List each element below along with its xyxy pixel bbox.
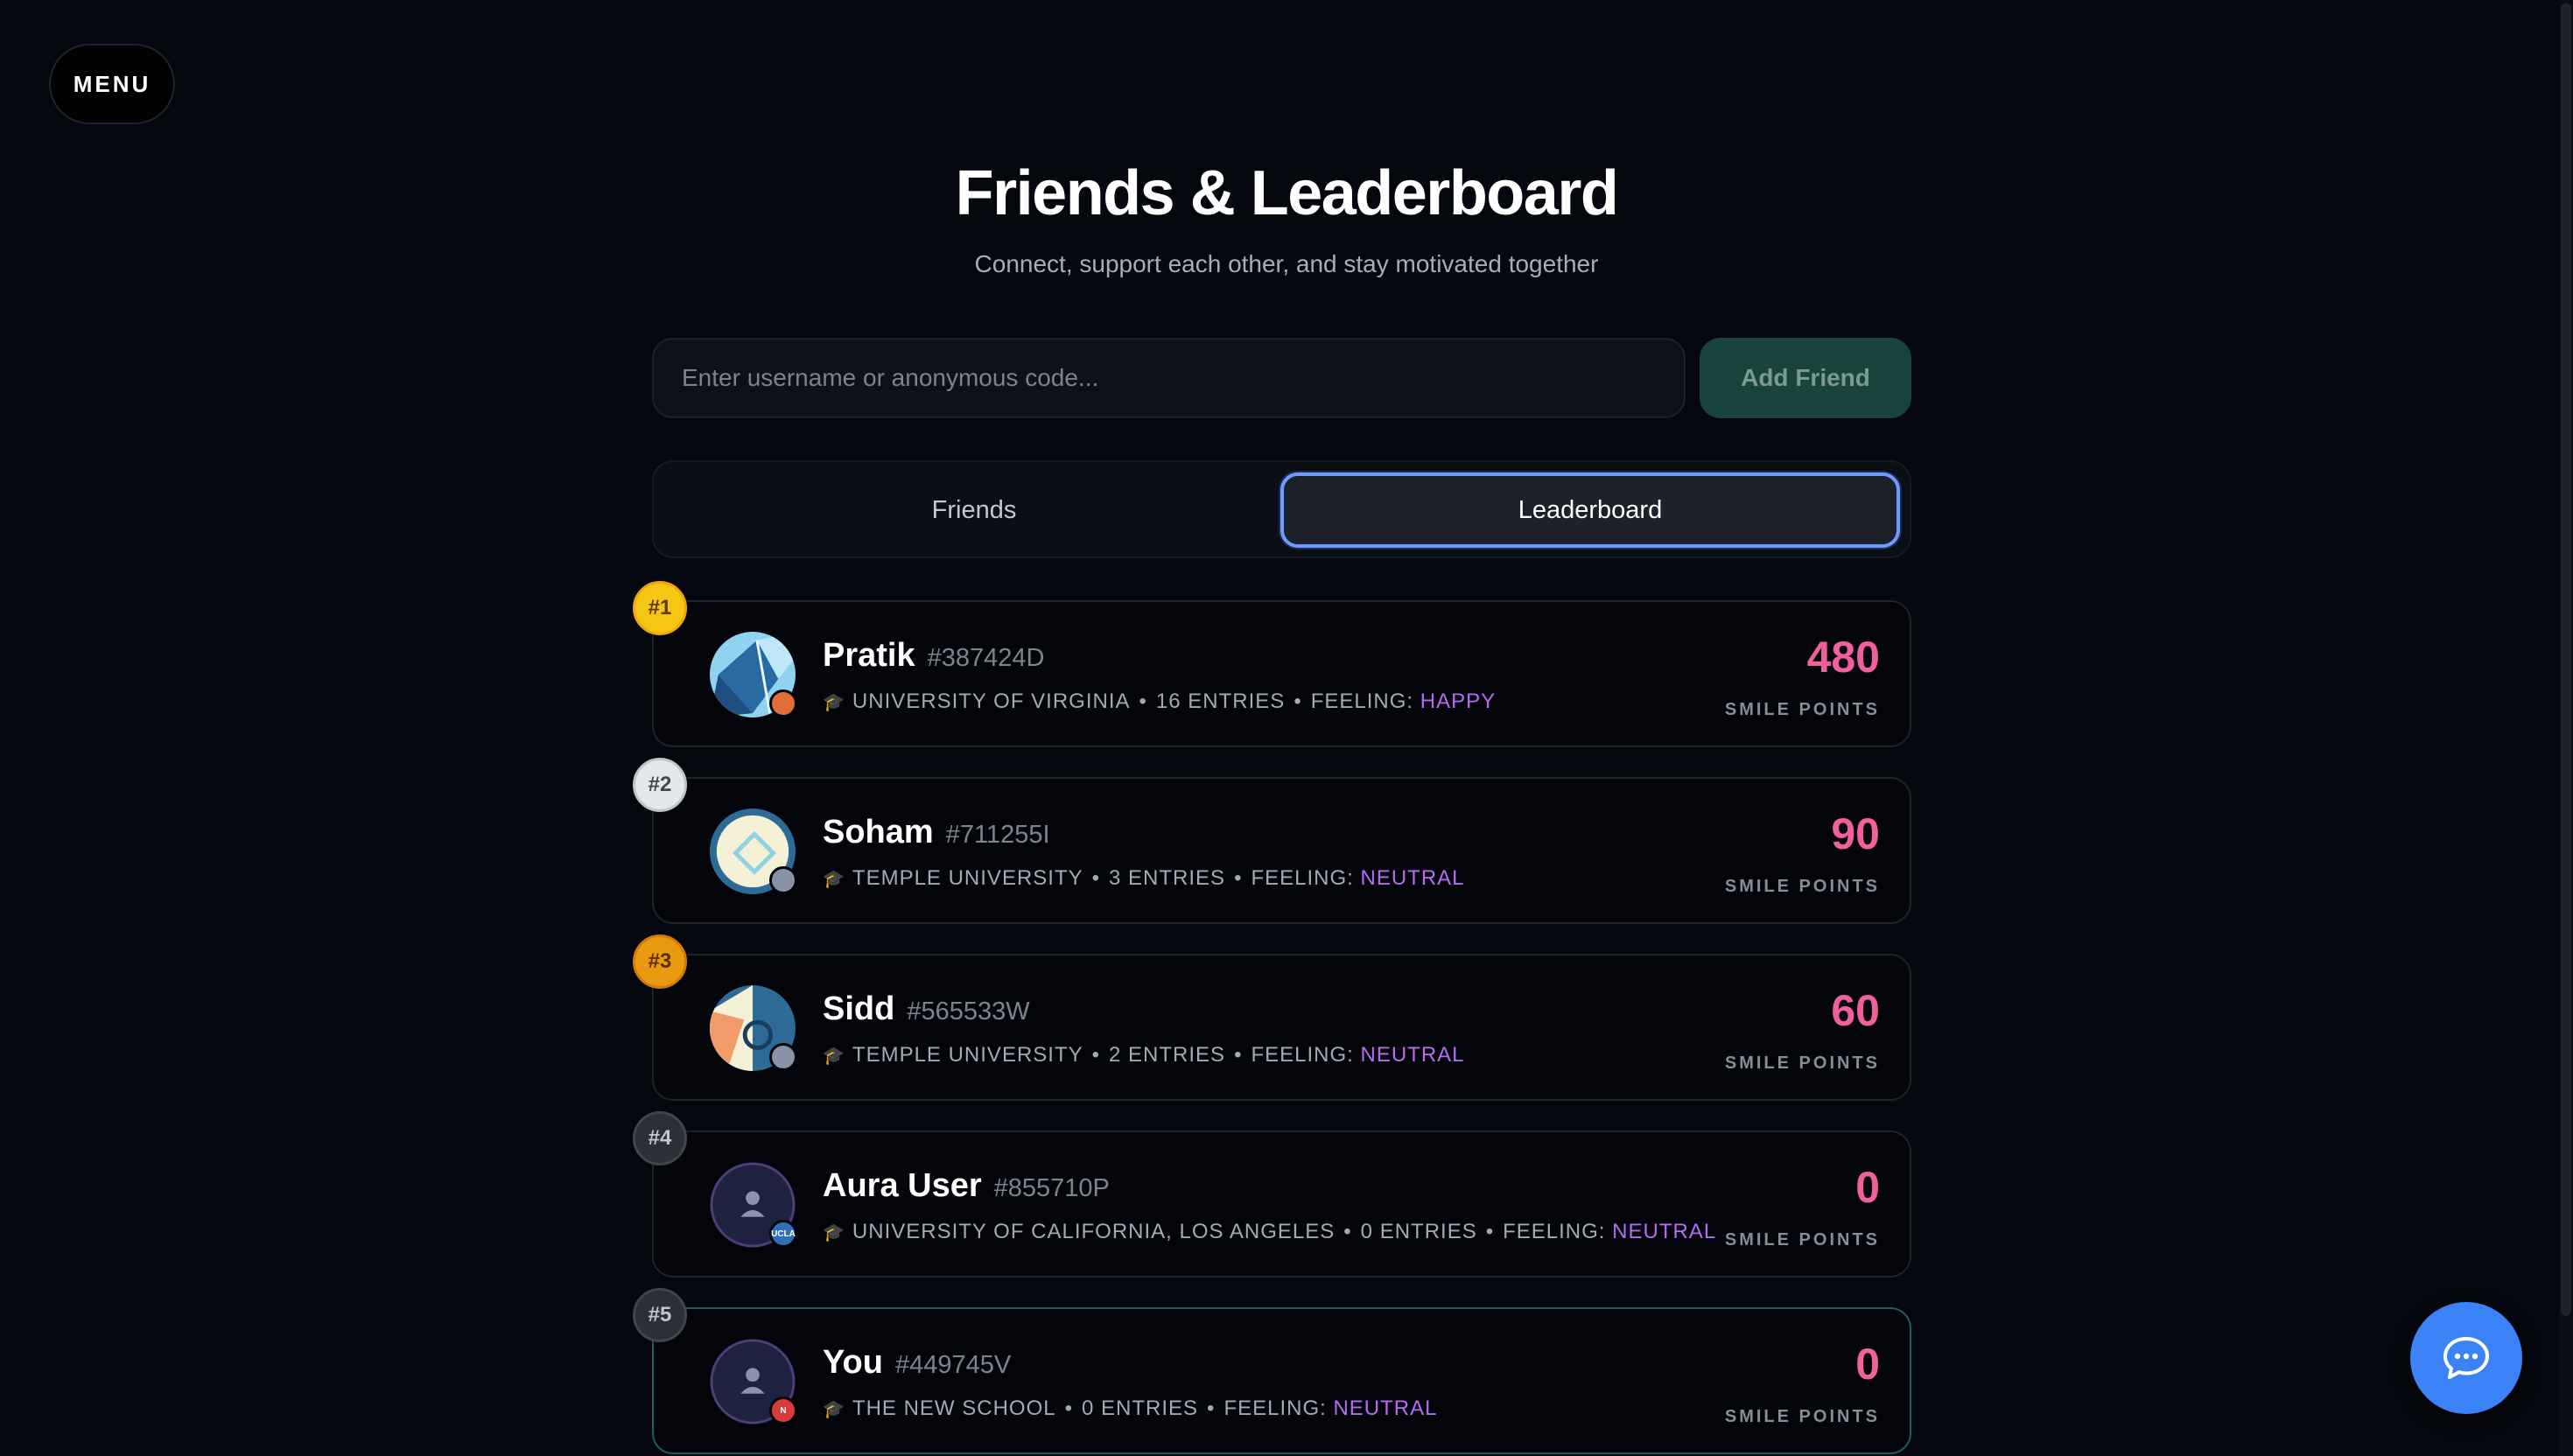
- feeling-label: FEELING:: [1223, 1396, 1327, 1420]
- user-entries: 3 ENTRIES: [1109, 866, 1226, 890]
- user-feeling: NEUTRAL: [1612, 1220, 1717, 1243]
- rank-badge: #2: [633, 758, 687, 812]
- menu-button[interactable]: MENU: [49, 44, 175, 124]
- rank-badge: #3: [633, 934, 687, 989]
- smile-points-value: 90: [1831, 809, 1880, 858]
- chat-button[interactable]: [2410, 1302, 2522, 1414]
- user-meta: 🎓 UNIVERSITY OF VIRGINIA • 16 ENTRIES • FEELI…: [823, 690, 1497, 713]
- page-subtitle: Connect, support each other, and stay mo…: [974, 250, 1599, 277]
- user-feeling: NEUTRAL: [1333, 1396, 1438, 1420]
- graduation-cap-icon: 🎓: [823, 1400, 845, 1419]
- user-meta: 🎓 UNIVERSITY OF CALIFORNIA, LOS ANGELES • 0…: [823, 1220, 1717, 1243]
- user-meta: 🎓 THE NEW SCHOOL • 0 ENTRIES • FEELING: NEUTR…: [823, 1396, 1438, 1420]
- user-university: UNIVERSITY OF CALIFORNIA, LOS ANGELES: [852, 1220, 1336, 1243]
- university-badge-icon: [769, 1043, 797, 1071]
- leaderboard-row[interactable]: #3 Sidd #565533W 🎓 TEMPLE UNIVERSITY • 2 ENT…: [633, 934, 1911, 1101]
- rank-badge: #5: [633, 1288, 687, 1342]
- tab-bar: Friends Leaderboard: [652, 460, 1911, 558]
- user-university: UNIVERSITY OF VIRGINIA: [852, 690, 1131, 713]
- user-name: Pratik #387424D: [823, 637, 1044, 675]
- user-name-text: Soham: [823, 814, 934, 850]
- chat-bubble-icon: [2443, 1337, 2489, 1379]
- user-meta: 🎓 TEMPLE UNIVERSITY • 2 ENTRIES • FEELING: NE…: [823, 1043, 1465, 1067]
- user-name: Aura User #855710P: [823, 1167, 1110, 1205]
- user-entries: 0 ENTRIES: [1082, 1396, 1199, 1420]
- user-name: Soham #711255I: [823, 814, 1050, 851]
- user-name-text: You: [823, 1344, 883, 1381]
- feeling-label: FEELING:: [1251, 866, 1354, 890]
- friends-leaderboard-page: MENU Friends & Leaderboard Connect, supp…: [0, 0, 2573, 1456]
- user-code: #565533W: [907, 998, 1030, 1026]
- graduation-cap-icon: 🎓: [823, 870, 845, 889]
- user-name-text: Aura User: [823, 1167, 982, 1204]
- graduation-cap-icon: 🎓: [823, 1046, 845, 1066]
- user-university: TEMPLE UNIVERSITY: [852, 866, 1083, 890]
- user-entries: 2 ENTRIES: [1109, 1043, 1226, 1067]
- leaderboard-row-current-user[interactable]: #5 N You #449745V 🎓 THE NEW SCHOOL • 0 ENTRI…: [633, 1288, 1911, 1454]
- user-code: #387424D: [927, 644, 1045, 672]
- smile-points-value: 0: [1855, 1163, 1880, 1212]
- user-code: #449745V: [894, 1351, 1012, 1379]
- university-badge-icon: UCLA: [769, 1220, 797, 1248]
- user-entries: 16 ENTRIES: [1155, 690, 1286, 713]
- rank-badge: #4: [633, 1111, 687, 1166]
- user-feeling: HAPPY: [1420, 690, 1497, 713]
- leaderboard-row[interactable]: #1 Pratik #387424D 🎓 UNIVERSITY OF VIRGINI…: [633, 581, 1911, 747]
- smile-points-label: SMILE POINTS: [1724, 1230, 1880, 1250]
- rank-badge: #1: [633, 581, 687, 635]
- page-title: Friends & Leaderboard: [955, 158, 1619, 228]
- smile-points-label: SMILE POINTS: [1724, 877, 1880, 896]
- user-code: #711255I: [945, 821, 1050, 849]
- university-badge-icon: N: [769, 1396, 797, 1424]
- smile-points-label: SMILE POINTS: [1724, 1054, 1880, 1073]
- user-name: Sidd #565533W: [823, 990, 1030, 1028]
- user-name: You #449745V: [823, 1344, 1011, 1382]
- feeling-label: FEELING:: [1251, 1043, 1354, 1067]
- smile-points-value: 60: [1831, 986, 1880, 1035]
- smile-points-label: SMILE POINTS: [1724, 700, 1880, 719]
- user-feeling: NEUTRAL: [1360, 866, 1465, 890]
- university-badge-icon: [769, 690, 797, 718]
- graduation-cap-icon: 🎓: [823, 693, 845, 712]
- feeling-label: FEELING:: [1503, 1220, 1606, 1243]
- user-university: TEMPLE UNIVERSITY: [852, 1043, 1083, 1067]
- tab-leaderboard[interactable]: Leaderboard: [1280, 472, 1900, 548]
- graduation-cap-icon: 🎓: [823, 1223, 845, 1242]
- university-badge-icon: [769, 866, 797, 894]
- leaderboard-row[interactable]: #4 UCLA Aura User #855710P 🎓 UNIVERSITY OF…: [633, 1111, 1911, 1278]
- leaderboard-row[interactable]: #2 Soham #711255I 🎓 TEMPLE UNIVERSITY • 3 EN…: [633, 758, 1911, 924]
- tab-friends[interactable]: Friends: [664, 472, 1284, 548]
- user-code: #855710P: [993, 1174, 1110, 1202]
- scrollbar-thumb[interactable]: [2561, 4, 2571, 1316]
- scrollbar[interactable]: [2559, 0, 2573, 1456]
- user-entries: 0 ENTRIES: [1360, 1220, 1477, 1243]
- user-name-text: Pratik: [823, 637, 915, 674]
- add-friend-button[interactable]: Add Friend: [1700, 338, 1911, 418]
- smile-points-value: 480: [1806, 633, 1880, 682]
- smile-points-label: SMILE POINTS: [1724, 1407, 1880, 1426]
- friend-search-input[interactable]: [652, 338, 1686, 418]
- user-university: THE NEW SCHOOL: [852, 1396, 1056, 1420]
- smile-points-value: 0: [1855, 1340, 1880, 1389]
- user-feeling: NEUTRAL: [1360, 1043, 1465, 1067]
- user-name-text: Sidd: [823, 990, 895, 1027]
- feeling-label: FEELING:: [1310, 690, 1414, 713]
- user-meta: 🎓 TEMPLE UNIVERSITY • 3 ENTRIES • FEELING: NE…: [823, 866, 1465, 890]
